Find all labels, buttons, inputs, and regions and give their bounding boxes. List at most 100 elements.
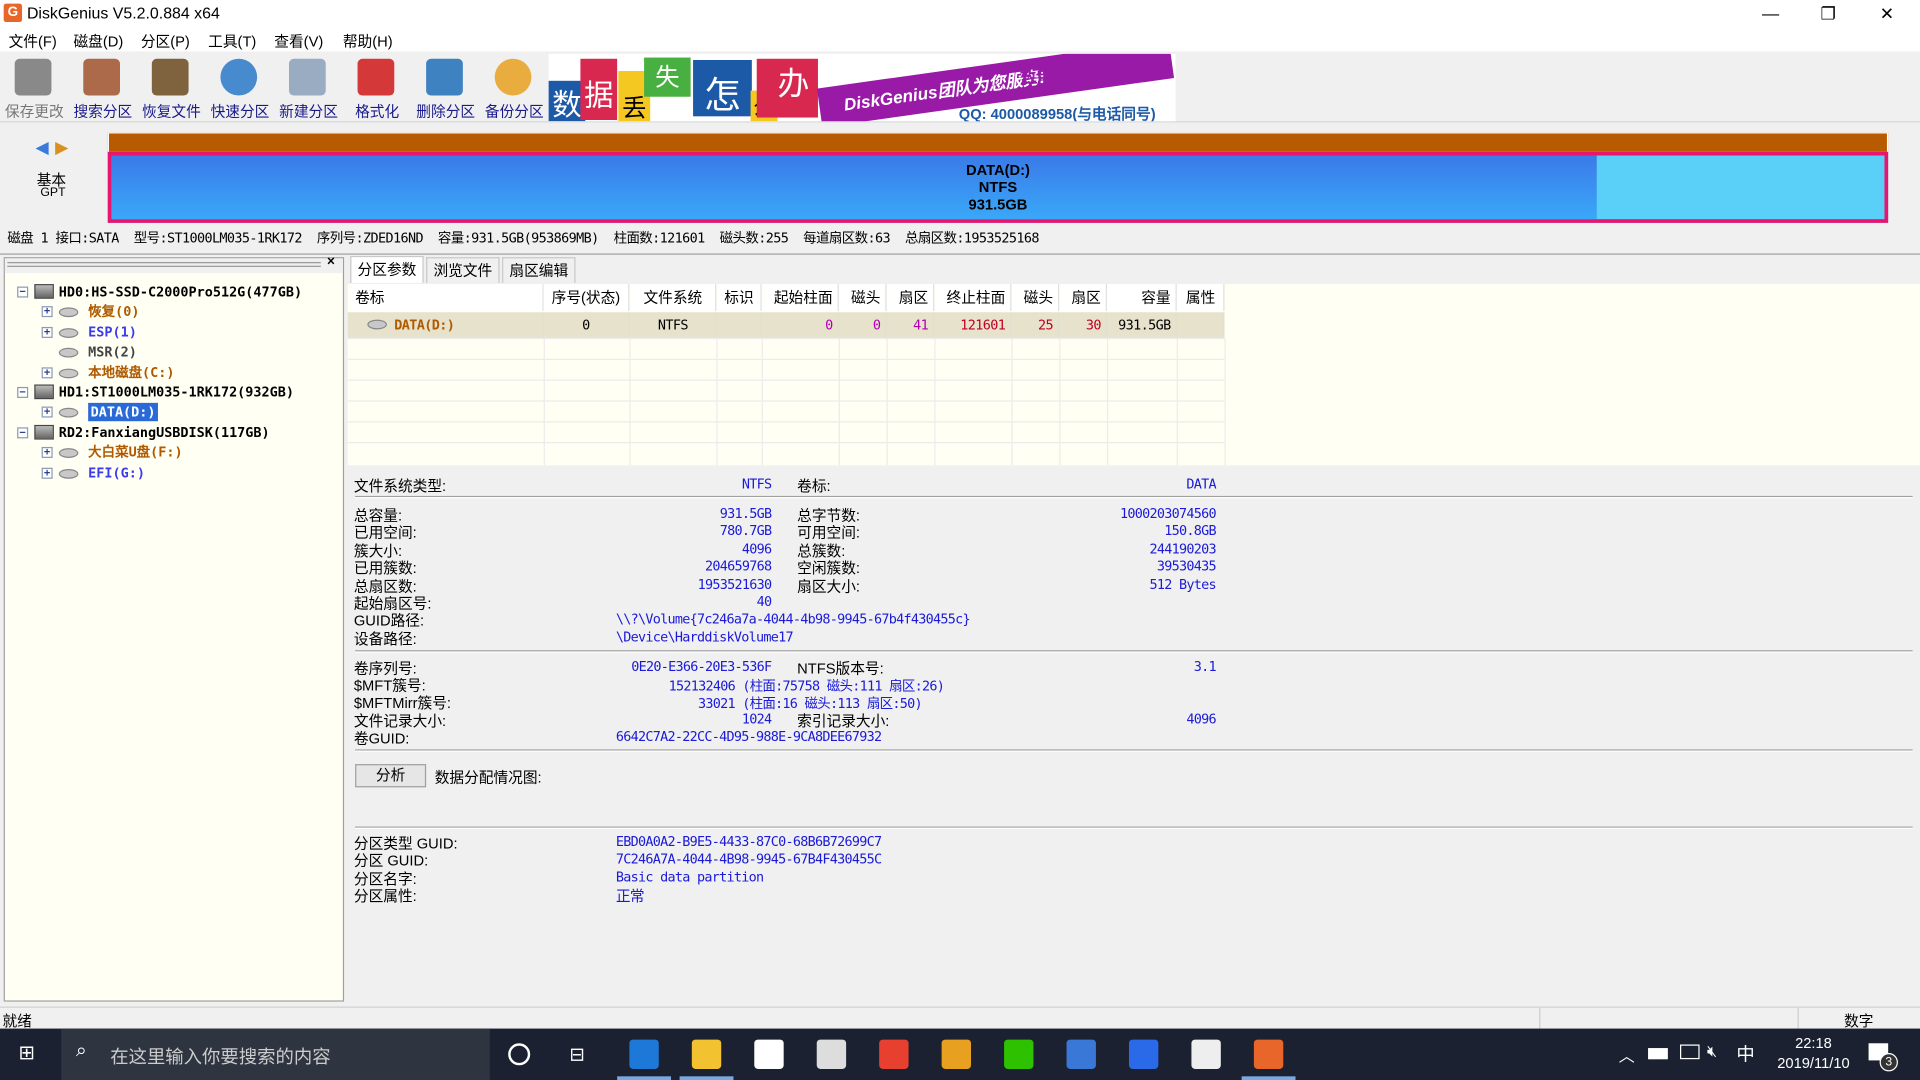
expander-icon[interactable]: + xyxy=(41,366,53,378)
close-panel-icon[interactable]: × xyxy=(327,255,335,270)
windows-start-icon[interactable]: ⊞ xyxy=(18,1043,40,1065)
edge-icon[interactable] xyxy=(629,1039,659,1069)
cortana-icon[interactable] xyxy=(508,1043,531,1066)
tree-item[interactable]: 本地磁盘(C:) xyxy=(88,363,174,381)
tab-sector-edit[interactable]: 扇区编辑 xyxy=(502,257,576,283)
tree-item[interactable]: 大白菜U盘(F:) xyxy=(88,443,182,461)
tree-item[interactable]: 恢复(0) xyxy=(88,303,139,321)
wechat-icon[interactable] xyxy=(1004,1039,1034,1069)
ad-char: 办 xyxy=(756,58,818,118)
delete-icon xyxy=(426,58,463,96)
column-header[interactable]: 文件系统 xyxy=(630,284,717,312)
column-header[interactable]: 容量 xyxy=(1108,284,1177,312)
table-cell xyxy=(1178,313,1225,337)
expander-icon[interactable]: − xyxy=(17,426,29,439)
tree-item[interactable]: MSR(2) xyxy=(88,343,137,361)
menu-help[interactable]: 帮助(H) xyxy=(343,31,393,52)
toolbar-button-new-partition[interactable]: 新建分区 xyxy=(274,54,343,120)
clock[interactable]: 22:18 2019/11/10 xyxy=(1771,1033,1857,1072)
disk-map-header xyxy=(107,132,1889,154)
app-icon[interactable] xyxy=(941,1039,972,1069)
expander-icon[interactable]: + xyxy=(41,447,53,459)
diskgenius-icon[interactable] xyxy=(1253,1039,1284,1069)
tree-item[interactable]: DATA(D:) xyxy=(88,403,158,422)
expander-icon[interactable]: + xyxy=(41,406,53,419)
column-header[interactable]: 属性 xyxy=(1177,284,1225,312)
menu-tools[interactable]: 工具(T) xyxy=(208,31,256,52)
toolbar-button-format[interactable]: 格式化 xyxy=(343,54,412,120)
file-explorer-icon[interactable] xyxy=(691,1039,722,1069)
task-view-icon[interactable]: ⊟ xyxy=(569,1043,584,1065)
column-header[interactable]: 标识 xyxy=(717,284,762,312)
grid-line xyxy=(347,358,1225,361)
grid-line xyxy=(347,442,1225,444)
ad-char: 怎 xyxy=(693,60,752,117)
volume-muted-icon[interactable]: 🔇︎ xyxy=(1707,1042,1717,1062)
tree-item[interactable]: HD1:ST1000LM035-1RK172(932GB) xyxy=(59,383,294,401)
next-disk-arrow-icon[interactable]: ▶ xyxy=(55,137,68,158)
store-icon[interactable] xyxy=(754,1039,784,1069)
expander-icon[interactable]: + xyxy=(41,326,53,338)
column-header[interactable]: 磁头 xyxy=(1012,284,1060,312)
column-header[interactable]: 磁头 xyxy=(840,284,887,312)
column-header[interactable]: 扇区 xyxy=(1060,284,1107,312)
battery-icon[interactable] xyxy=(1648,1048,1668,1060)
expander-icon[interactable]: − xyxy=(17,386,29,398)
tree-item[interactable]: EFI(G:) xyxy=(88,464,145,482)
grip[interactable] xyxy=(7,262,321,267)
expander-icon[interactable]: + xyxy=(41,467,53,479)
tab-browse-files[interactable]: 浏览文件 xyxy=(426,257,500,283)
tree-item[interactable]: HD0:HS-SSD-C2000Pro512G(477GB) xyxy=(59,283,302,301)
minimize-button[interactable]: — xyxy=(1742,0,1798,27)
expander-icon[interactable]: − xyxy=(17,286,29,298)
toolbar-button-quick-partition[interactable]: 快速分区 xyxy=(206,54,275,120)
column-header[interactable]: 序号(状态) xyxy=(543,284,630,312)
partition-block-data[interactable]: DATA(D:) NTFS 931.5GB xyxy=(107,151,1889,223)
table-cell xyxy=(718,313,762,337)
chrome-icon[interactable] xyxy=(879,1039,909,1069)
diskgenius-running-indicator xyxy=(1241,1076,1296,1080)
edge-running-indicator xyxy=(617,1076,672,1080)
partition-icon xyxy=(58,327,79,338)
column-header[interactable]: 起始柱面 xyxy=(762,284,839,312)
disk-tree: − HD0:HS-SSD-C2000Pro512G(477GB) + 恢复(0) + ES… xyxy=(5,276,343,998)
menu-partition[interactable]: 分区(P) xyxy=(141,31,190,52)
app-logo-icon: G xyxy=(3,3,23,23)
photos-icon[interactable] xyxy=(1191,1039,1221,1069)
ad-banner[interactable]: 数 据 丢 失 怎 么 办 DiskGenius团队为您服务! 致电: 400-… xyxy=(548,53,1176,122)
toolbar-button-save[interactable]: 保存更改 xyxy=(0,54,69,120)
diskgenius-window: G DiskGenius V5.2.0.884 x64 — ❐ ✕ 文件(F) … xyxy=(0,0,1920,1080)
search-box[interactable]: ⌕ 在这里输入你要搜索的内容 xyxy=(61,1028,490,1080)
partition-icon xyxy=(58,368,79,378)
mail-icon[interactable] xyxy=(816,1039,847,1069)
table-cell: 30 xyxy=(1060,313,1107,337)
baidu-icon[interactable] xyxy=(1128,1039,1159,1069)
show-hidden-icons[interactable]: ︿ xyxy=(1619,1043,1635,1066)
column-header[interactable]: 卷标 xyxy=(350,284,544,312)
network-icon[interactable] xyxy=(1680,1044,1700,1060)
column-header[interactable]: 终止柱面 xyxy=(935,284,1012,312)
grid-line xyxy=(347,400,1225,402)
prev-disk-arrow-icon[interactable]: ◀ xyxy=(36,137,49,158)
tab-partition-params[interactable]: 分区参数 xyxy=(350,255,424,283)
table-cell: 121601 xyxy=(936,313,1012,337)
analyze-button[interactable]: 分析 xyxy=(355,764,427,788)
toolbar-button-search[interactable]: 搜索分区 xyxy=(69,54,138,120)
expander-icon[interactable]: + xyxy=(41,306,53,318)
menu-file[interactable]: 文件(F) xyxy=(9,31,57,52)
column-header[interactable]: 扇区 xyxy=(887,284,935,312)
tree-item[interactable]: ESP(1) xyxy=(88,323,137,341)
app2-icon[interactable] xyxy=(1066,1039,1096,1069)
toolbar-label: 恢复文件 xyxy=(142,102,201,121)
tree-item[interactable]: RD2:FanxiangUSBDISK(117GB) xyxy=(59,423,270,441)
detail-value: 150.8GB xyxy=(1164,523,1216,540)
toolbar-button-recover[interactable]: 恢复文件 xyxy=(137,54,206,120)
menu-disk[interactable]: 磁盘(D) xyxy=(73,31,123,52)
menu-view[interactable]: 查看(V) xyxy=(274,31,323,52)
toolbar-button-delete[interactable]: 删除分区 xyxy=(411,54,480,120)
toolbar-button-backup[interactable]: 备份分区 xyxy=(480,54,549,120)
ime-indicator[interactable]: 中 xyxy=(1736,1041,1754,1067)
detail-value: 204659768 xyxy=(705,558,772,575)
restore-button[interactable]: ❐ xyxy=(1800,0,1856,27)
close-button[interactable]: ✕ xyxy=(1859,0,1915,27)
